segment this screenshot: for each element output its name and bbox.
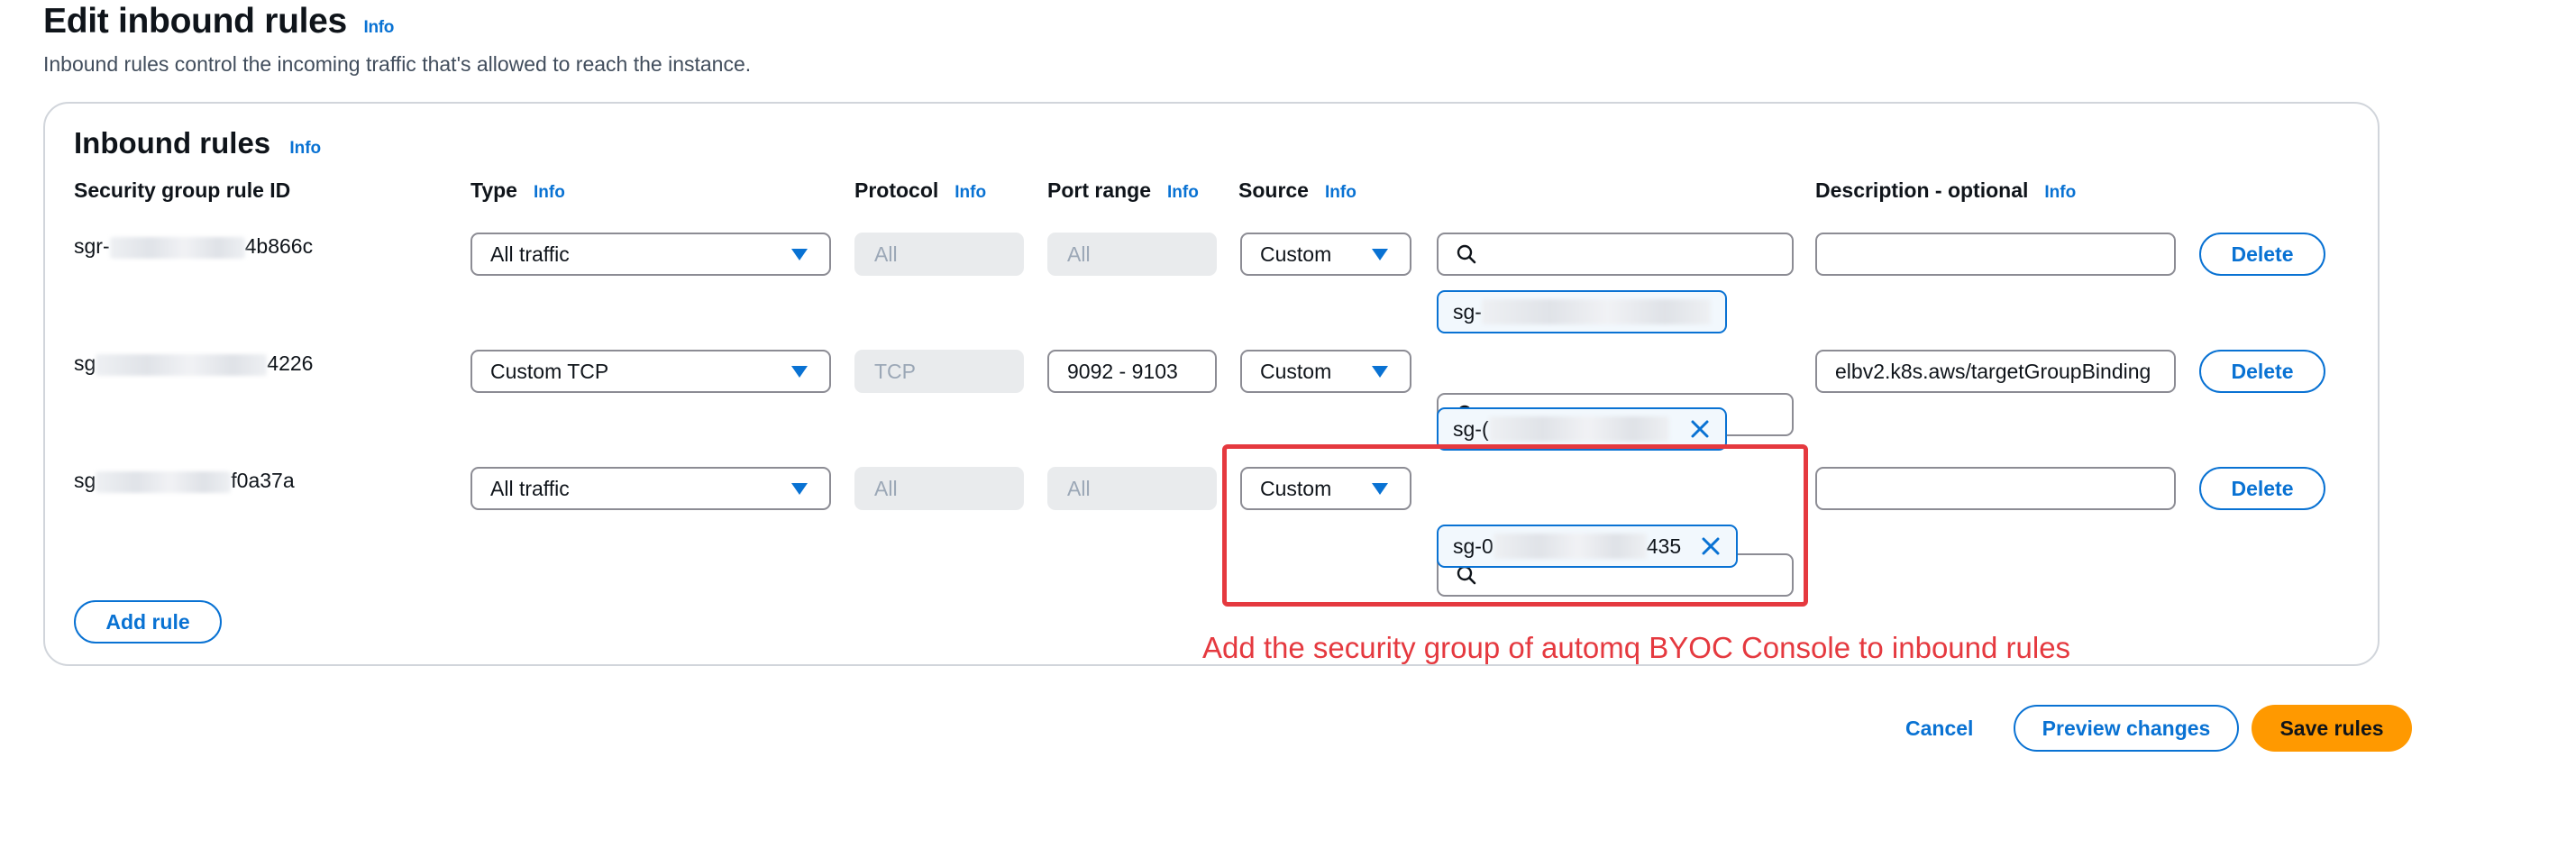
source-search-input[interactable] — [1437, 233, 1794, 276]
rule-id-prefix: sg — [74, 351, 96, 375]
caret-down-icon — [1372, 248, 1388, 260]
close-icon[interactable] — [1689, 418, 1711, 440]
header-description: Description - optional Info — [1815, 178, 2076, 203]
type-select-value: All traffic — [490, 242, 570, 266]
panel-title: Inbound rules Info — [74, 126, 321, 160]
type-select[interactable]: Custom TCP — [470, 350, 831, 393]
type-select-value: Custom TCP — [490, 359, 609, 383]
rule-id-suffix: 4b866c — [244, 234, 314, 258]
redacted-block — [1488, 416, 1669, 442]
panel-info-link[interactable]: Info — [289, 139, 321, 158]
type-select[interactable]: All traffic — [470, 467, 831, 510]
rule-id-prefix: sgr- — [74, 234, 110, 258]
header-protocol-label: Protocol — [854, 178, 939, 202]
header-protocol-info[interactable]: Info — [955, 183, 986, 202]
description-input[interactable] — [1815, 233, 2176, 276]
save-rules-button[interactable]: Save rules — [2252, 705, 2412, 752]
header-source: Source Info — [1238, 178, 1357, 203]
token-prefix: sg-( — [1453, 416, 1489, 441]
header-source-label: Source — [1238, 178, 1309, 202]
delete-button[interactable]: Delete — [2199, 350, 2325, 393]
source-select-value: Custom — [1260, 242, 1332, 266]
protocol-field: All — [854, 467, 1024, 510]
port-range-input[interactable]: 9092 - 9103 — [1047, 350, 1217, 393]
header-type-info[interactable]: Info — [534, 183, 565, 202]
type-select[interactable]: All traffic — [470, 233, 831, 276]
page-title-text: Edit inbound rules — [43, 2, 347, 41]
delete-button[interactable]: Delete — [2199, 467, 2325, 510]
protocol-field: All — [854, 233, 1024, 276]
token-prefix: sg- — [1453, 299, 1482, 324]
rule-id: sg f0a37a — [74, 469, 295, 493]
rule-id-prefix: sg — [74, 469, 96, 492]
page-title: Edit inbound rules Info — [43, 2, 394, 41]
header-port-range-info[interactable]: Info — [1167, 183, 1199, 202]
header-description-label: Description - optional — [1815, 178, 2029, 202]
page-info-link[interactable]: Info — [363, 18, 394, 37]
description-input[interactable]: elbv2.k8s.aws/targetGroupBinding — [1815, 350, 2176, 393]
header-rule-id: Security group rule ID — [74, 178, 291, 202]
port-range-field: All — [1047, 233, 1217, 276]
header-type-label: Type — [470, 178, 517, 202]
rule-id: sg 4226 — [74, 351, 313, 376]
description-input[interactable] — [1815, 467, 2176, 510]
port-range-field: All — [1047, 467, 1217, 510]
source-select[interactable]: Custom — [1240, 350, 1411, 393]
caret-down-icon — [791, 248, 808, 260]
page-description: Inbound rules control the incoming traff… — [43, 52, 752, 76]
rule-id-suffix: 4226 — [267, 351, 314, 375]
add-rule-button[interactable]: Add rule — [74, 600, 222, 644]
header-type: Type Info — [470, 178, 565, 203]
annotation-text: Add the security group of automq BYOC Co… — [1202, 631, 2071, 664]
source-select-value: Custom — [1260, 359, 1332, 383]
type-select-value: All traffic — [490, 476, 570, 500]
protocol-field: TCP — [854, 350, 1024, 393]
caret-down-icon — [1372, 365, 1388, 378]
panel-title-text: Inbound rules — [74, 126, 271, 160]
header-description-info[interactable]: Info — [2044, 183, 2076, 202]
header-protocol: Protocol Info — [854, 178, 986, 203]
security-group-token: sg- — [1437, 290, 1727, 333]
rule-id-suffix: f0a37a — [231, 469, 295, 492]
caret-down-icon — [791, 482, 808, 495]
rule-id: sgr- 4b866c — [74, 234, 313, 259]
header-port-range: Port range Info — [1047, 178, 1199, 203]
header-port-range-label: Port range — [1047, 178, 1152, 202]
annotation-highlight-box — [1222, 444, 1808, 607]
preview-changes-button[interactable]: Preview changes — [2014, 705, 2239, 752]
redacted-block — [109, 236, 245, 259]
search-icon — [1457, 244, 1476, 264]
redacted-block — [96, 470, 232, 493]
header-source-info[interactable]: Info — [1325, 183, 1357, 202]
caret-down-icon — [791, 365, 808, 378]
delete-button[interactable]: Delete — [2199, 233, 2325, 276]
cancel-button[interactable]: Cancel — [1905, 717, 1973, 741]
source-select[interactable]: Custom — [1240, 233, 1411, 276]
redacted-block — [96, 353, 268, 376]
redacted-block — [1481, 299, 1711, 324]
